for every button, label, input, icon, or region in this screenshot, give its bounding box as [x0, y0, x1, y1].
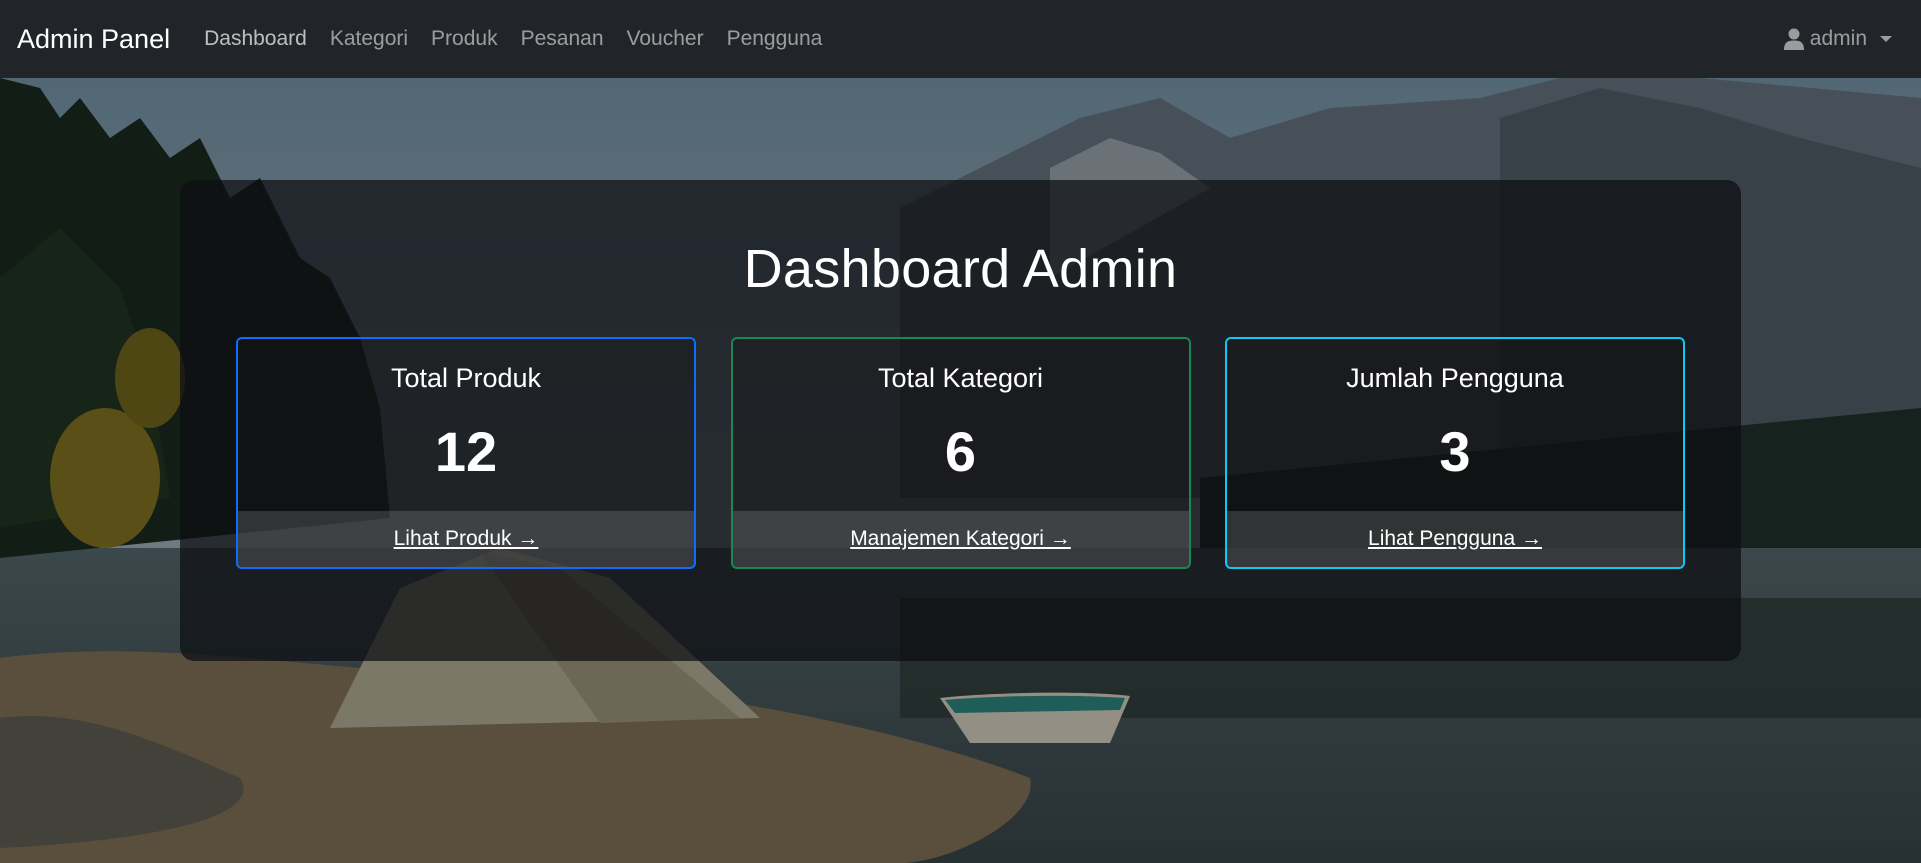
- manajemen-kategori-link[interactable]: Manajemen Kategori →: [850, 527, 1071, 551]
- stat-cards: Total Produk 12 Lihat Produk → Total Kat…: [236, 337, 1685, 569]
- nav-links: Dashboard Kategori Produk Pesanan Vouche…: [204, 27, 845, 51]
- card-title: Total Produk: [390, 363, 542, 393]
- nav-link-kategori[interactable]: Kategori: [330, 27, 408, 51]
- lihat-pengguna-link[interactable]: Lihat Pengguna →: [1368, 527, 1542, 551]
- lihat-produk-link[interactable]: Lihat Produk →: [394, 527, 539, 551]
- card-title: Total Kategori: [877, 363, 1044, 393]
- dashboard-panel: Dashboard Admin Total Produk 12 Lihat Pr…: [180, 180, 1741, 661]
- user-name: admin: [1809, 27, 1867, 50]
- nav-link-produk[interactable]: Produk: [431, 27, 498, 51]
- brand-link[interactable]: Admin Panel: [17, 24, 170, 55]
- card-total-produk: Total Produk 12 Lihat Produk →: [236, 337, 696, 569]
- card-footer: Lihat Pengguna →: [1227, 511, 1683, 567]
- card-total-kategori: Total Kategori 6 Manajemen Kategori →: [730, 337, 1191, 569]
- card-footer: Manajemen Kategori →: [732, 511, 1189, 567]
- user-icon: [1783, 28, 1804, 50]
- nav-link-pesanan[interactable]: Pesanan: [521, 27, 604, 51]
- card-jumlah-pengguna: Jumlah Pengguna 3 Lihat Pengguna →: [1225, 337, 1685, 569]
- card-value: 6: [944, 420, 977, 483]
- nav-link-voucher[interactable]: Voucher: [627, 27, 704, 51]
- page-title: Dashboard Admin: [743, 239, 1178, 299]
- user-dropdown-toggle[interactable]: admin: [1783, 27, 1892, 51]
- card-title: Jumlah Pengguna: [1346, 363, 1564, 393]
- card-value: 3: [1439, 420, 1471, 483]
- nav-link-pengguna[interactable]: Pengguna: [727, 27, 823, 51]
- card-footer: Lihat Produk →: [238, 511, 694, 567]
- card-value: 12: [434, 420, 498, 483]
- nav-link-dashboard[interactable]: Dashboard: [204, 27, 307, 51]
- caret-down-icon: [1880, 36, 1892, 42]
- top-navbar: Admin Panel Dashboard Kategori Produk Pe…: [0, 0, 1921, 78]
